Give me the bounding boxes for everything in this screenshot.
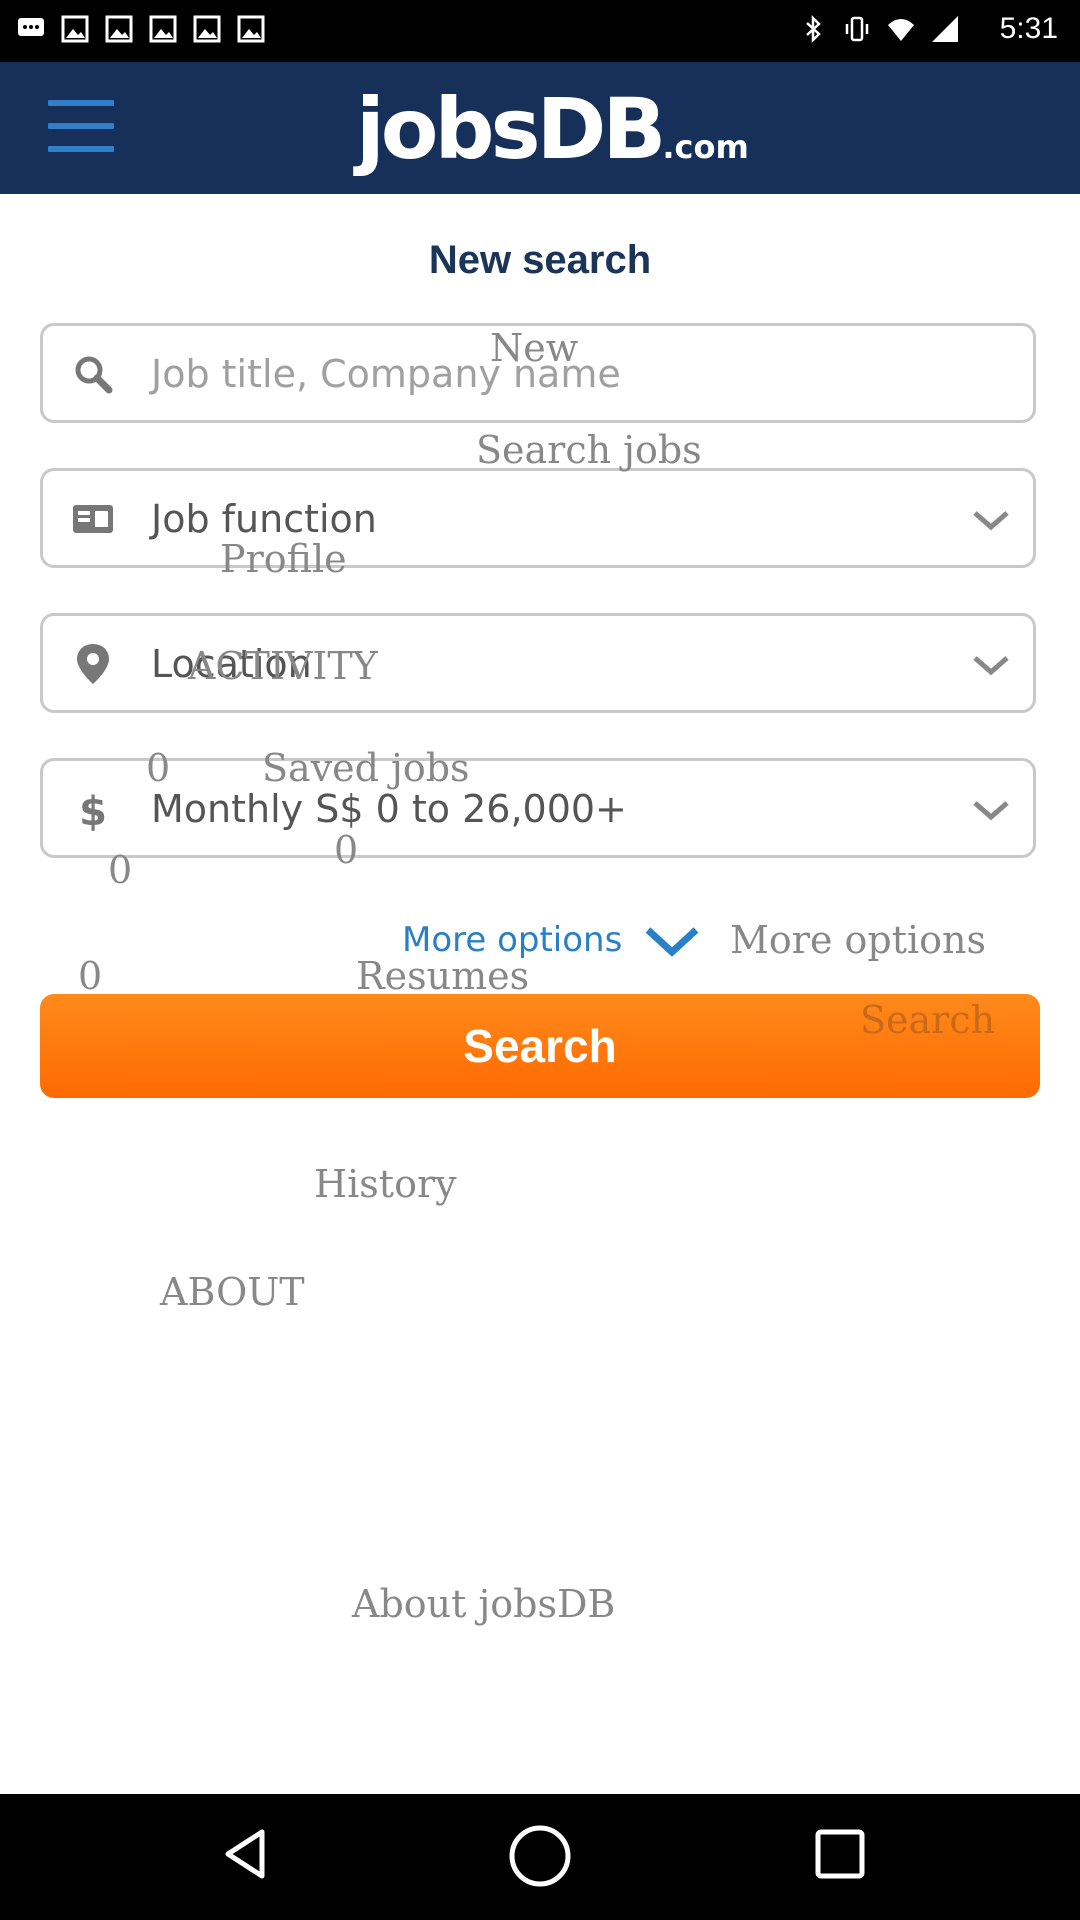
image-icon <box>149 15 177 43</box>
chat-icon <box>18 18 44 36</box>
overlay-search: Search <box>860 998 996 1042</box>
jobsdb-logo: jobsDB.com <box>356 80 749 178</box>
recent-apps-icon[interactable] <box>810 1824 870 1884</box>
vibrate-icon <box>845 16 869 42</box>
salary-select[interactable]: $ Monthly S$ 0 to 26,000+ <box>40 758 1036 858</box>
back-icon[interactable] <box>218 1824 278 1884</box>
home-icon[interactable] <box>494 1810 586 1902</box>
system-nav-bar <box>0 1794 1080 1920</box>
image-icon <box>193 15 221 43</box>
wifi-icon <box>888 19 914 41</box>
salary-value: Monthly S$ 0 to 26,000+ <box>151 787 627 831</box>
overlay-count-a: 0 <box>146 746 171 790</box>
hamburger-menu-icon[interactable] <box>48 100 114 156</box>
chevron-down-icon <box>973 511 1009 531</box>
notification-icons <box>16 14 266 44</box>
chevron-down-icon <box>973 656 1009 676</box>
signal-icon <box>932 16 958 42</box>
overlay-about-jobsdb: About jobsDB <box>352 1582 616 1626</box>
job-function-select[interactable]: Job function <box>40 468 1036 568</box>
image-icon <box>61 15 89 43</box>
job-function-value: Job function <box>151 497 377 541</box>
overlay-resumes: Resumes <box>356 954 530 998</box>
overlay-count-c: 0 <box>108 848 133 892</box>
overlay-about: ABOUT <box>160 1270 305 1314</box>
svg-text:$: $ <box>79 789 107 831</box>
overlay-count-b: 0 <box>334 828 359 872</box>
chevron-down-icon[interactable] <box>644 924 700 958</box>
overlay-search-jobs: Search jobs <box>476 428 702 472</box>
chevron-down-icon <box>973 801 1009 821</box>
logo-main: jobsDB <box>356 80 666 178</box>
image-icon <box>105 15 133 43</box>
map-pin-icon <box>77 644 109 684</box>
overlay-history: History <box>314 1162 457 1206</box>
app-bar: jobsDB.com <box>0 62 1080 194</box>
overlay-profile: Profile <box>220 537 347 581</box>
page-title: New search <box>428 238 652 282</box>
overlay-activity: ACTIVITY <box>188 644 378 688</box>
overlay-saved-jobs: Saved jobs <box>262 746 470 790</box>
clock: 5:31 <box>999 12 1058 45</box>
image-icon <box>237 15 265 43</box>
bluetooth-icon <box>806 14 821 44</box>
status-bar: 5:31 <box>0 0 1080 62</box>
system-icons <box>798 14 960 44</box>
overlay-more-options: More options <box>730 918 986 962</box>
overlay-count-d: 0 <box>78 954 103 998</box>
dollar-icon: $ <box>79 789 107 831</box>
overlay-new: New <box>490 326 579 370</box>
id-card-icon <box>73 505 113 533</box>
search-icon <box>75 356 113 394</box>
logo-suffix: .com <box>662 128 749 166</box>
